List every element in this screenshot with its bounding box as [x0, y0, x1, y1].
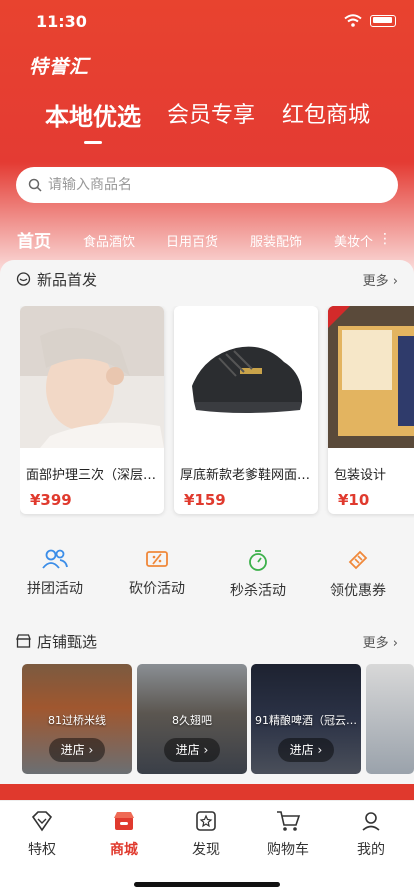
- category-food-drinks[interactable]: 食品酒饮: [83, 231, 135, 250]
- status-bar: 11:30: [36, 12, 396, 34]
- new-products-list: 面部护理三次（深层… ¥399 厚底新款老爹鞋网面… ¥159 包装设计 ¥10: [20, 306, 414, 518]
- category-apparel[interactable]: 服装配饰: [250, 231, 302, 250]
- tab-discover[interactable]: 发现: [176, 809, 236, 859]
- product-image-facial: [20, 306, 164, 448]
- product-card[interactable]: 包装设计 ¥10: [328, 306, 414, 514]
- category-home[interactable]: 首页: [17, 227, 51, 252]
- tab-privileges[interactable]: 特权: [12, 809, 72, 859]
- store-card[interactable]: 91精酿啤酒（冠云… 进店 ›: [251, 664, 361, 774]
- search-input[interactable]: [48, 177, 348, 193]
- store-icon: [16, 634, 31, 648]
- tab-local-selection[interactable]: 本地优选: [45, 97, 141, 132]
- stopwatch-icon: [249, 550, 267, 571]
- flash-sale-button[interactable]: 秒杀活动: [213, 548, 303, 600]
- store-card[interactable]: 81过桥米线 进店 ›: [22, 664, 132, 774]
- top-tabs: 本地优选 会员专享 红包商城: [0, 97, 414, 137]
- chat-bubble-icon: [16, 271, 31, 286]
- discover-icon: [196, 811, 216, 831]
- status-time: 11:30: [36, 12, 87, 31]
- coupon-button[interactable]: 领优惠券: [313, 548, 403, 600]
- tab-red-packet-mall[interactable]: 红包商城: [282, 97, 370, 129]
- bargain-icon: [146, 551, 168, 567]
- group-buy-button[interactable]: 拼团活动: [10, 548, 100, 598]
- store-name: 81过桥米线: [48, 714, 106, 727]
- wifi-icon: [344, 14, 362, 27]
- cart-icon: [277, 811, 301, 831]
- enter-store-button[interactable]: 进店 ›: [278, 738, 334, 762]
- enter-store-button[interactable]: 进店 ›: [49, 738, 105, 762]
- product-name: 厚底新款老爹鞋网面…: [180, 468, 311, 483]
- enter-store-button[interactable]: 进店 ›: [164, 738, 220, 762]
- product-price: ¥10: [338, 491, 370, 509]
- product-price: ¥399: [30, 491, 72, 509]
- tab-cart[interactable]: 购物车: [258, 809, 318, 859]
- new-products-header: 新品首发 更多 ›: [16, 268, 398, 290]
- search-icon: [28, 178, 42, 192]
- group-icon: [42, 549, 68, 569]
- store-name: 8久翅吧: [172, 714, 212, 727]
- coupon-icon: [348, 550, 368, 570]
- diamond-icon: [31, 811, 53, 832]
- product-image-sneaker: [174, 306, 318, 448]
- product-image-packaging: [328, 306, 414, 448]
- tab-mall[interactable]: 商城: [94, 809, 154, 859]
- product-name: 面部护理三次（深层…: [26, 468, 157, 483]
- store-card[interactable]: 8久翅吧 进店 ›: [137, 664, 247, 774]
- new-products-more-link[interactable]: 更多 ›: [363, 270, 398, 289]
- store-name: 91精酿啤酒（冠云…: [255, 714, 357, 727]
- stores-header: 店铺甄选 更多 ›: [16, 630, 398, 652]
- product-card[interactable]: 面部护理三次（深层… ¥399: [20, 306, 164, 514]
- stores-title: 店铺甄选: [37, 632, 98, 651]
- store-card[interactable]: [366, 664, 414, 774]
- activity-shortcuts: 拼团活动 砍价活动 秒杀活动 领优惠券: [0, 548, 414, 608]
- tab-profile[interactable]: 我的: [341, 809, 401, 859]
- product-card[interactable]: 厚底新款老爹鞋网面… ¥159: [174, 306, 318, 514]
- shop-icon: [114, 812, 134, 830]
- brand-logo: 特誉汇: [29, 56, 90, 78]
- product-name: 包装设计: [334, 468, 387, 483]
- more-categories-icon[interactable]: ⋮: [378, 231, 392, 247]
- bargain-button[interactable]: 砍价活动: [112, 548, 202, 598]
- new-products-title: 新品首发: [37, 270, 98, 289]
- profile-icon: [362, 812, 380, 831]
- product-price: ¥159: [184, 491, 226, 509]
- tab-member-exclusive[interactable]: 会员专享: [167, 97, 255, 129]
- category-beauty[interactable]: 美妆个: [334, 231, 373, 250]
- home-indicator: [134, 882, 280, 887]
- category-tabs: 首页 食品酒饮 日用百货 服装配饰 美妆个 ⋮: [0, 225, 414, 255]
- category-daily-goods[interactable]: 日用百货: [166, 231, 218, 250]
- store-list: 81过桥米线 进店 › 8久翅吧 进店 › 91精酿啤酒（冠云… 进店 ›: [22, 664, 414, 776]
- battery-icon: [370, 14, 396, 27]
- search-bar[interactable]: [16, 167, 398, 203]
- stores-more-link[interactable]: 更多 ›: [363, 632, 398, 651]
